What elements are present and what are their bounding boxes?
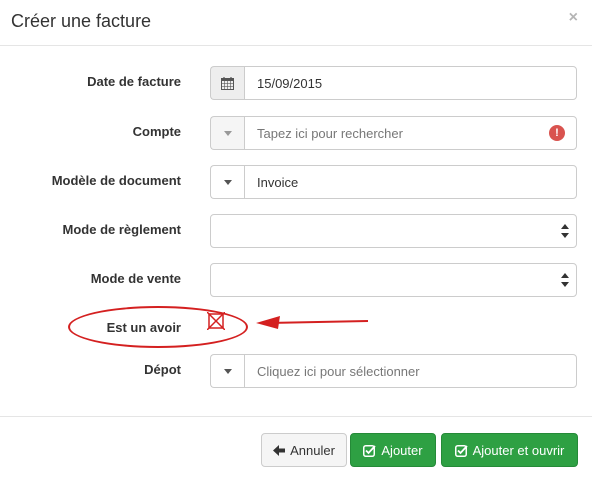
check-square-icon [454,444,468,457]
chevron-down-icon [223,179,232,185]
row-depot: Dépot Cliquez ici pour sélectionner [0,354,592,388]
row-modele-document: Modèle de document Invoice [0,165,592,199]
calendar-button[interactable] [210,66,244,100]
select-arrows-icon [561,273,569,287]
modele-input-group: Invoice [210,165,577,199]
date-input-group: 15/09/2015 [210,66,577,100]
cancel-button-label: Annuler [290,442,335,458]
add-button-label: Ajouter [381,442,423,458]
depot-dropdown-button[interactable] [210,354,244,388]
arrow-left-icon [273,444,286,456]
compte-search-input[interactable]: Tapez ici pour rechercher ! [244,116,577,150]
modal-header: Créer une facture × [0,0,592,46]
depot-input-group: Cliquez ici pour sélectionner [210,354,577,388]
add-and-open-button-label: Ajouter et ouvrir [472,442,565,458]
add-and-open-button[interactable]: Ajouter et ouvrir [441,433,578,467]
compte-placeholder: Tapez ici pour rechercher [257,125,403,141]
add-button[interactable]: Ajouter [350,433,436,467]
label-compte: Compte [132,124,181,139]
label-date-facture: Date de facture [87,74,181,89]
modele-field[interactable]: Invoice [244,165,577,199]
label-mode-vente: Mode de vente [90,271,181,286]
modal-title: Créer une facture [11,11,152,31]
close-button[interactable]: × [569,9,578,27]
mode-reglement-select[interactable] [210,214,577,248]
modele-dropdown-button[interactable] [210,165,244,199]
error-icon: ! [549,125,565,141]
chevron-down-icon [223,368,232,374]
label-modele-document: Modèle de document [51,173,181,188]
select-arrows-icon [561,224,569,238]
label-depot: Dépot [144,362,181,377]
chevron-down-icon [223,130,232,136]
calendar-icon [221,76,234,90]
row-date-facture: Date de facture 15/09/2015 [0,66,592,100]
row-mode-reglement: Mode de règlement [0,214,592,248]
mode-vente-select[interactable] [210,263,577,297]
depot-placeholder: Cliquez ici pour sélectionner [257,363,420,379]
check-square-icon [363,444,377,457]
depot-select-input[interactable]: Cliquez ici pour sélectionner [244,354,577,388]
row-compte: Compte Tapez ici pour rechercher ! [0,116,592,150]
annotation-arrow-icon [256,316,369,329]
compte-input-group: Tapez ici pour rechercher ! [210,116,577,150]
compte-dropdown-button[interactable] [210,116,244,150]
date-field[interactable]: 15/09/2015 [244,66,577,100]
label-mode-reglement: Mode de règlement [62,222,181,237]
row-mode-vente: Mode de vente [0,263,592,297]
annotation-ellipse [68,306,248,348]
cancel-button[interactable]: Annuler [261,433,347,467]
